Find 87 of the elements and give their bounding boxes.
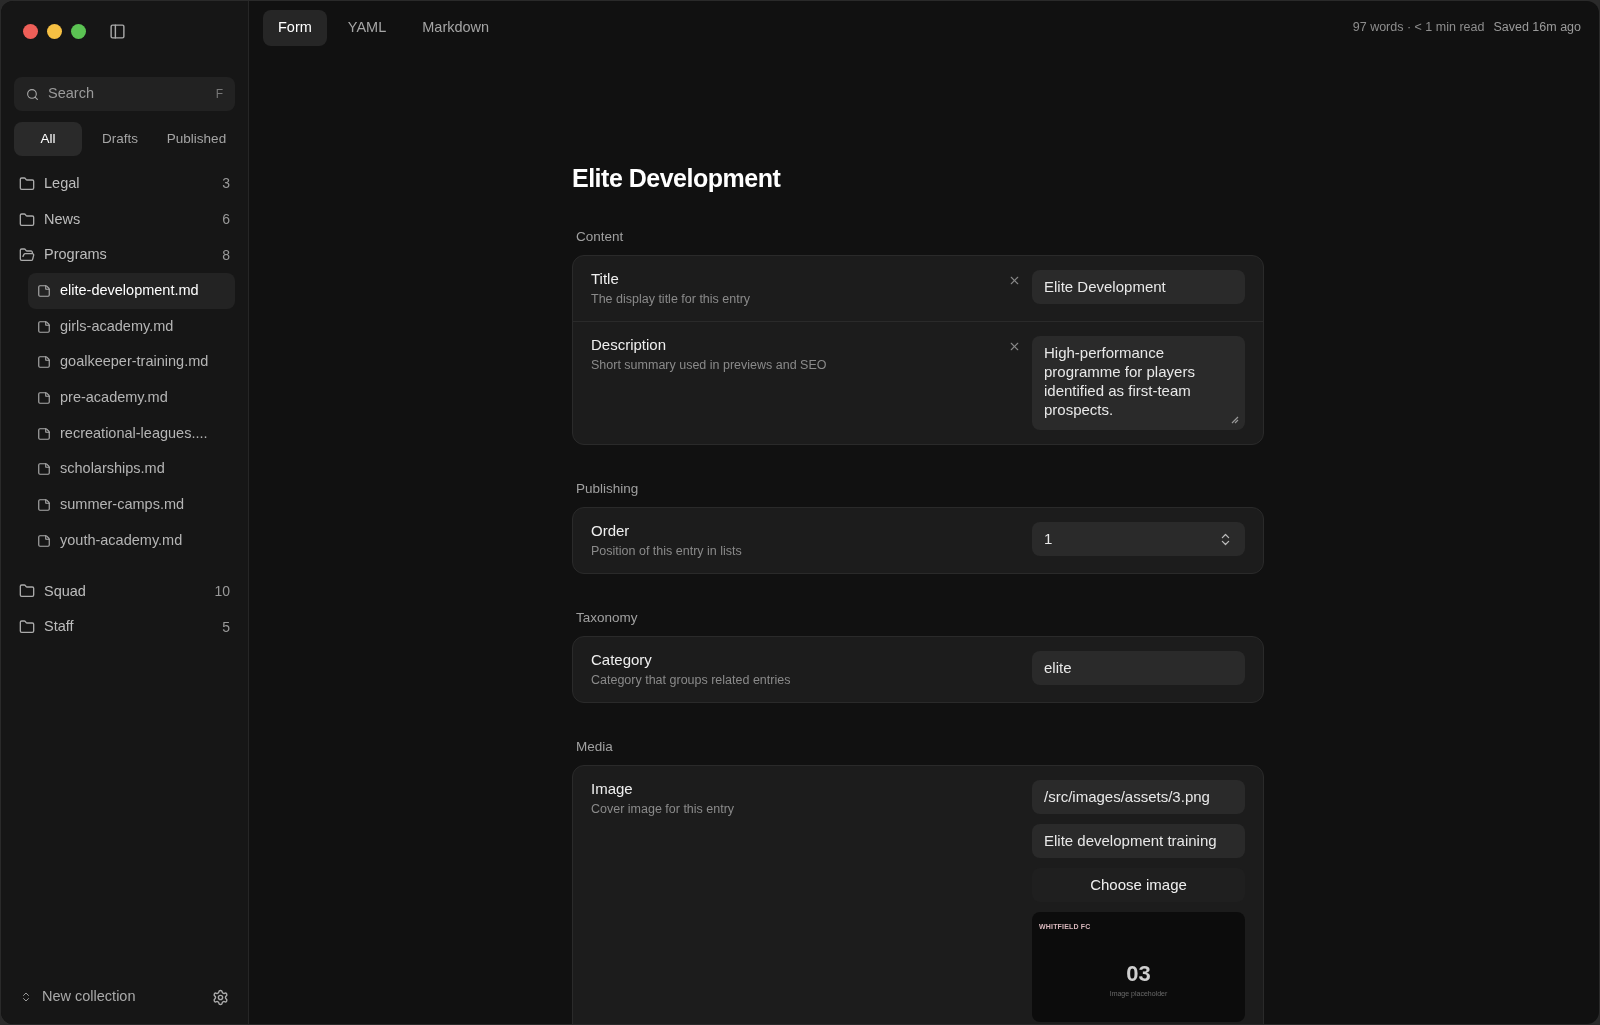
file-name: recreational-leagues.... xyxy=(60,423,208,443)
number-text: 03 xyxy=(1126,962,1151,985)
number-field[interactable]: 1 xyxy=(1032,522,1245,556)
clear-icon[interactable] xyxy=(1008,340,1021,353)
file-name: summer-camps.md xyxy=(60,495,185,515)
page-title: Elite Development xyxy=(572,163,782,193)
field-label: Order xyxy=(591,522,631,540)
file-icon xyxy=(37,355,51,370)
field-description: Position of this entry in lists xyxy=(591,543,743,559)
collection-item[interactable]: Squad 10 xyxy=(14,573,235,610)
item-count: 3 xyxy=(222,174,230,194)
filter-tab[interactable]: All xyxy=(14,122,82,156)
path-field[interactable]: /src/images/assets/3.png xyxy=(1032,780,1245,814)
collection-name: Squad xyxy=(44,581,87,601)
folder-icon xyxy=(19,619,35,636)
resize-handle-icon xyxy=(1229,414,1239,424)
minimize-window-icon[interactable] xyxy=(47,23,62,39)
file-icon xyxy=(37,426,51,441)
sidebar-toggle-icon[interactable] xyxy=(109,22,126,40)
collection-item[interactable]: Programs 8 xyxy=(14,237,235,274)
item-count: 8 xyxy=(222,245,230,265)
file-icon xyxy=(37,283,51,298)
alt-text-field[interactable]: Elite development training xyxy=(1032,824,1245,858)
field-label: Image xyxy=(591,780,634,798)
section-heading: Publishing xyxy=(576,481,640,497)
maximize-window-icon[interactable] xyxy=(71,23,86,39)
file-icon xyxy=(37,319,51,334)
file-name: goalkeeper-training.md xyxy=(60,352,209,372)
item-count: 5 xyxy=(222,617,230,637)
collection-name: Staff xyxy=(44,617,75,637)
new-collection-link[interactable]: New collection xyxy=(42,986,202,1008)
editor-tab[interactable]: YAML xyxy=(332,9,402,46)
section-heading: Content xyxy=(576,229,625,245)
file-item[interactable]: scholarships.md xyxy=(28,451,235,488)
collection-name: News xyxy=(44,209,82,229)
field-label: Category xyxy=(591,651,653,669)
file-item[interactable]: goalkeeper-training.md xyxy=(28,344,235,381)
file-item[interactable]: girls-academy.md xyxy=(28,308,235,345)
file-item[interactable]: elite-development.md xyxy=(28,273,235,309)
search-icon xyxy=(26,87,39,101)
settings-icon[interactable] xyxy=(212,988,229,1006)
field-label: Title xyxy=(591,270,620,288)
text-field[interactable]: elite xyxy=(1032,651,1245,685)
editor-tab[interactable]: Form xyxy=(263,9,327,46)
folder-icon xyxy=(19,583,35,600)
open-folder-icon xyxy=(19,247,35,264)
clear-icon[interactable] xyxy=(1008,274,1021,287)
word-count: 97 words · < 1 min read xyxy=(1352,19,1485,37)
filter-tab[interactable]: Drafts xyxy=(86,122,154,156)
file-item[interactable]: recreational-leagues.... xyxy=(28,415,235,452)
file-name: scholarships.md xyxy=(60,459,165,479)
file-name: elite-development.md xyxy=(60,281,199,301)
collection-name: Programs xyxy=(44,245,108,265)
collection-item[interactable]: Legal 3 xyxy=(14,166,235,202)
file-icon xyxy=(37,533,51,548)
field-description: Category that groups related entries xyxy=(591,672,792,688)
file-icon xyxy=(37,462,51,477)
field-description: The display title for this entry xyxy=(591,291,752,307)
file-name: girls-academy.md xyxy=(60,316,174,336)
chevrons-icon[interactable] xyxy=(20,991,32,1003)
shortcut-key: F xyxy=(215,85,223,103)
section-heading: Media xyxy=(576,739,614,755)
field-description: Cover image for this entry xyxy=(591,801,736,817)
close-window-icon[interactable] xyxy=(23,23,38,39)
text-area[interactable]: High-performance programme for players identified as first-team prospects. xyxy=(1032,336,1245,430)
search-field[interactable]: Search F xyxy=(14,77,235,111)
collection-name: Legal xyxy=(44,173,81,193)
item-count: 6 xyxy=(222,210,230,230)
collection-item[interactable]: Staff 5 xyxy=(14,609,235,645)
save-status: Saved 16m ago xyxy=(1493,19,1581,37)
collection-item[interactable]: News 6 xyxy=(14,201,235,238)
folder-icon xyxy=(19,211,35,228)
editor-tab[interactable]: Markdown xyxy=(407,9,505,46)
field-label: Description xyxy=(591,336,668,354)
file-name: youth-academy.md xyxy=(60,530,183,550)
file-item[interactable]: pre-academy.md xyxy=(28,380,235,416)
file-icon xyxy=(37,390,51,405)
filter-tab[interactable]: Published xyxy=(158,122,235,156)
file-icon xyxy=(37,498,51,513)
section-heading: Taxonomy xyxy=(576,610,639,626)
file-name: pre-academy.md xyxy=(60,388,168,408)
item-count: 10 xyxy=(214,581,230,601)
file-item[interactable]: youth-academy.md xyxy=(28,522,235,559)
text-field[interactable]: Elite Development xyxy=(1032,270,1245,304)
file-item[interactable]: summer-camps.md xyxy=(28,487,235,523)
folder-icon xyxy=(19,175,35,192)
field-description: Short summary used in previews and SEO xyxy=(591,357,828,373)
